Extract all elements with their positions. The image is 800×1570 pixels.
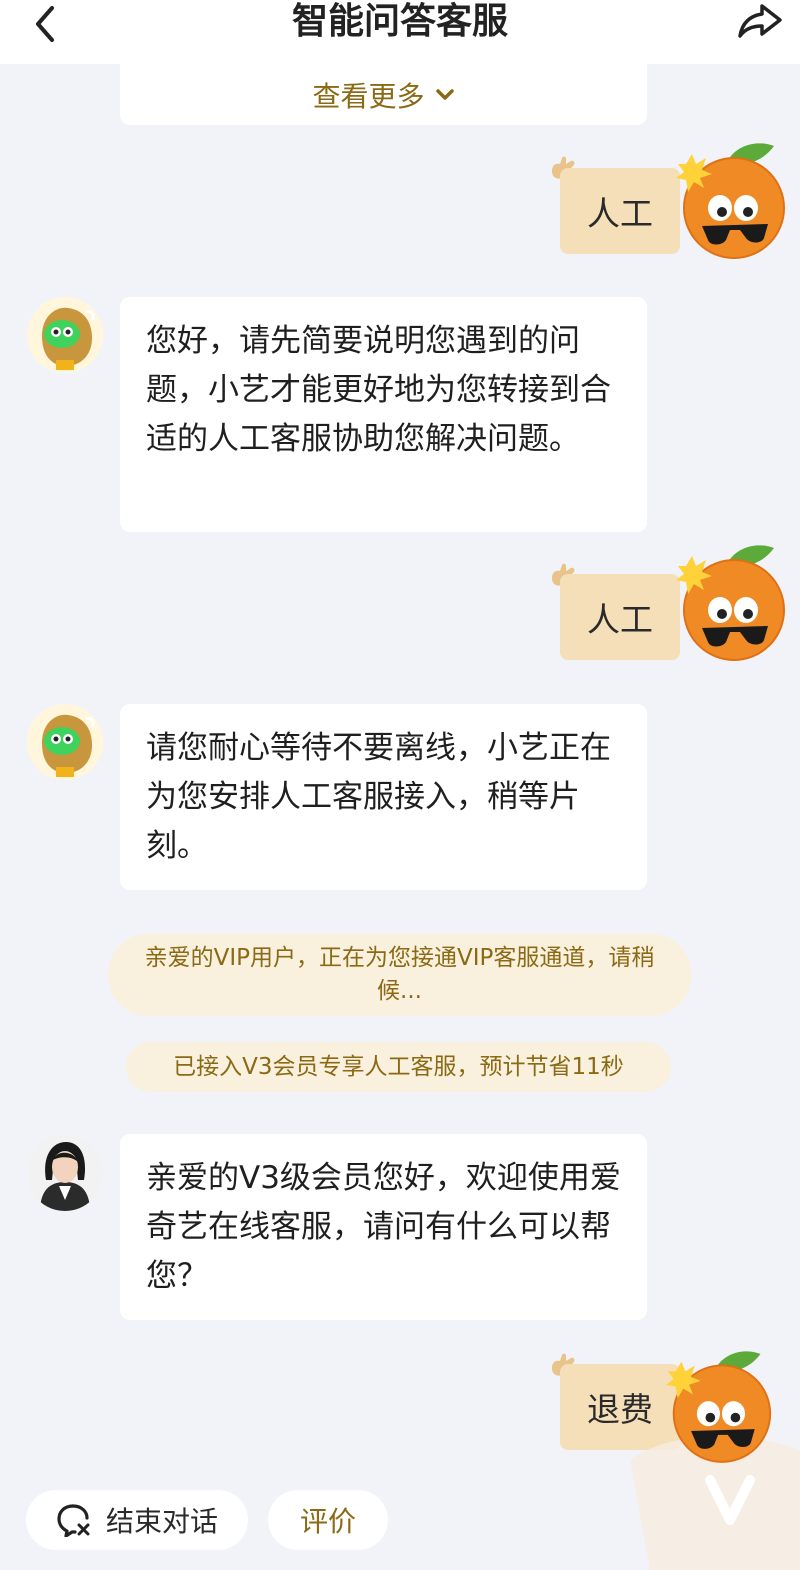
share-icon[interactable] xyxy=(734,0,786,44)
message-text: 人工 xyxy=(587,600,653,639)
notice-text: 亲爱的VIP用户，正在为您接通VIP客服通道，请稍候... xyxy=(144,945,655,1004)
agent-avatar[interactable] xyxy=(26,1134,104,1212)
agent-message-bubble: 亲爱的V3级会员您好，欢迎使用爱奇艺在线客服，请问有什么可以帮您？ xyxy=(120,1134,647,1320)
robot-avatar[interactable] xyxy=(26,296,104,374)
rate-button[interactable]: 评价 xyxy=(268,1490,388,1550)
user-message-bubble: 人工 xyxy=(560,574,680,660)
robot-avatar[interactable] xyxy=(26,703,104,781)
message-text: 亲爱的V3级会员您好，欢迎使用爱奇艺在线客服，请问有什么可以帮您？ xyxy=(146,1160,621,1294)
system-notice: 亲爱的VIP用户，正在为您接通VIP客服通道，请稍候... xyxy=(108,934,691,1016)
end-chat-button[interactable]: 结束对话 xyxy=(26,1490,248,1550)
end-chat-icon xyxy=(56,1503,92,1537)
page-title: 智能问答客服 xyxy=(291,1,508,42)
notice-text: 已接入V3会员专享人工客服，预计节省11秒 xyxy=(173,1054,624,1080)
orange-mascot-avatar[interactable] xyxy=(666,1346,774,1464)
bot-message-bubble: 您好，请先简要说明您遇到的问题，小艺才能更好地为您转接到合适的人工客服协助您解决… xyxy=(120,297,647,532)
end-chat-label: 结束对话 xyxy=(105,1505,218,1538)
message-text: 人工 xyxy=(587,194,653,233)
rate-label: 评价 xyxy=(299,1505,356,1538)
view-more-button[interactable]: 查看更多 xyxy=(120,64,647,125)
message-text: 您好，请先简要说明您遇到的问题，小艺才能更好地为您转接到合适的人工客服协助您解决… xyxy=(146,323,611,457)
orange-mascot-avatar[interactable] xyxy=(676,138,788,260)
top-bar: 智能问答客服 xyxy=(0,0,800,64)
user-message-bubble: 人工 xyxy=(560,168,680,254)
chevron-down-icon xyxy=(435,88,455,102)
bot-message-bubble: 请您耐心等待不要离线，小艺正在为您安排人工客服接入，稍等片刻。 xyxy=(120,704,647,890)
orange-mascot-avatar[interactable] xyxy=(676,540,788,662)
view-more-label: 查看更多 xyxy=(312,79,425,113)
message-text: 请您耐心等待不要离线，小艺正在为您安排人工客服接入，稍等片刻。 xyxy=(146,730,611,864)
system-notice: 已接入V3会员专享人工客服，预计节省11秒 xyxy=(126,1042,671,1092)
